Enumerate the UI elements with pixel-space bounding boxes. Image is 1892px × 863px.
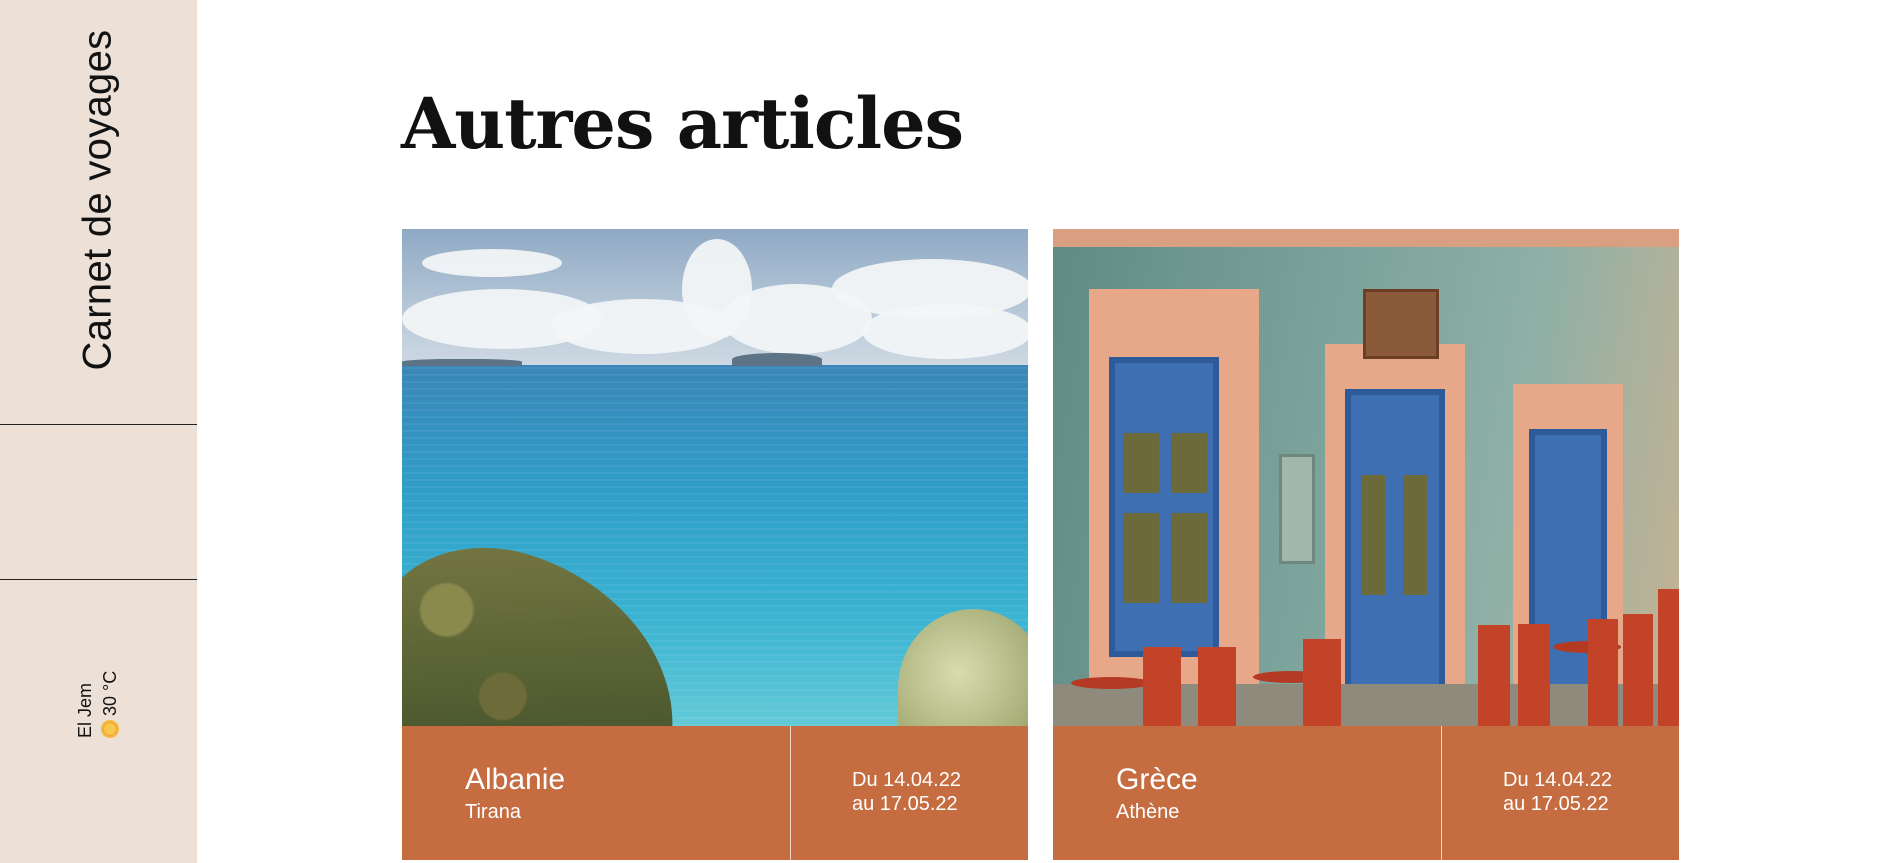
weather-temperature: 30 °C — [100, 670, 120, 716]
cafe-chair — [1623, 614, 1653, 726]
article-country[interactable]: Albanie — [465, 763, 565, 797]
article-city: Tirana — [465, 801, 521, 823]
window-pane — [1171, 433, 1207, 493]
sidebar-divider — [0, 579, 197, 580]
cafe-chair — [1478, 625, 1510, 726]
door-pane — [1361, 475, 1385, 595]
date-from: Du 14.04.22 — [1503, 769, 1612, 791]
article-dates: Du 14.04.22 au 17.05.22 — [1503, 768, 1612, 816]
greece-cafe-image[interactable] — [1053, 229, 1679, 726]
sidebar: Carnet de voyages El Jem 30 °C — [0, 0, 197, 863]
cafe-chair — [1143, 647, 1181, 726]
window-pane — [1123, 513, 1159, 603]
weather-city: El Jem — [75, 682, 95, 738]
island — [402, 359, 522, 366]
cafe-chair — [1198, 647, 1236, 726]
footer-divider — [1441, 726, 1442, 860]
date-to: au 17.05.22 — [1503, 793, 1609, 815]
site-title[interactable]: Carnet de voyages — [76, 30, 121, 371]
cloud — [422, 249, 562, 277]
window-pane — [1171, 513, 1207, 603]
window-pane — [1123, 433, 1159, 493]
sun-icon — [101, 720, 119, 738]
date-to: au 17.05.22 — [852, 793, 958, 815]
section-title: Autres articles — [401, 82, 964, 165]
article-card-albania[interactable]: Albanie Tirana Du 14.04.22 au 17.05.22 — [402, 229, 1028, 860]
weather-reading: 30 °C — [97, 638, 123, 738]
roof-trim — [1053, 229, 1679, 247]
cafe-chair — [1588, 619, 1618, 726]
cloud — [862, 304, 1028, 359]
card-footer: Albanie Tirana Du 14.04.22 au 17.05.22 — [402, 726, 1028, 860]
article-city: Athène — [1116, 801, 1180, 823]
article-country[interactable]: Grèce — [1116, 763, 1198, 797]
cafe-table — [1071, 677, 1151, 689]
sidebar-divider — [0, 424, 197, 425]
brand-area[interactable]: Carnet de voyages — [0, 0, 197, 424]
cafe-chair — [1518, 624, 1550, 726]
window — [1109, 357, 1219, 657]
date-from: Du 14.04.22 — [852, 769, 961, 791]
menu-board — [1279, 454, 1315, 564]
footer-divider — [790, 726, 791, 860]
article-card-greece[interactable]: Grèce Athène Du 14.04.22 au 17.05.22 — [1053, 229, 1679, 860]
island — [732, 353, 822, 366]
cafe-sign — [1363, 289, 1439, 359]
article-dates: Du 14.04.22 au 17.05.22 — [852, 768, 961, 816]
albania-coast-image[interactable] — [402, 229, 1028, 726]
card-footer: Grèce Athène Du 14.04.22 au 17.05.22 — [1053, 726, 1679, 860]
cafe-chair — [1303, 639, 1341, 726]
door — [1345, 389, 1445, 726]
weather-widget: El Jem 30 °C — [73, 638, 123, 738]
door-pane — [1403, 475, 1427, 595]
cafe-chair — [1658, 589, 1679, 726]
